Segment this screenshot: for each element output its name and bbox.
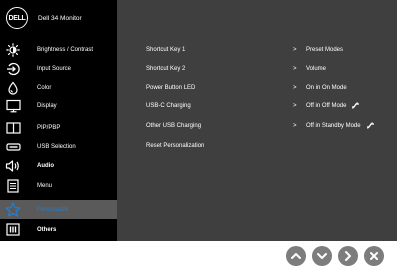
sidebar-item-menu[interactable]: Menu — [0, 176, 117, 195]
sidebar-item-label: USB Selection — [37, 143, 76, 150]
setting-value: Off in Off Mode — [306, 102, 360, 109]
down-button[interactable] — [312, 246, 332, 266]
setting-label: Other USB Charging — [146, 122, 202, 129]
osd-window: DELL Dell 34 Monitor Brightness / Contra… — [0, 0, 397, 241]
chevron-right-icon: > — [293, 65, 297, 72]
setting-label: Shortcut Key 1 — [146, 46, 186, 53]
sidebar-item-label: Brightness / Contrast — [37, 46, 94, 53]
pip-pbp-icon — [4, 118, 22, 137]
chevron-right-icon: > — [293, 122, 297, 129]
sidebar: DELL Dell 34 Monitor Brightness / Contra… — [0, 0, 117, 241]
menu-icon — [4, 176, 22, 195]
input-source-icon — [4, 59, 22, 78]
nav-buttons — [286, 246, 384, 266]
dell-logo: DELL — [6, 7, 28, 29]
chevron-up-icon — [291, 253, 301, 259]
sidebar-item-label: Color — [37, 84, 52, 91]
setting-row-usb-c-charging[interactable]: USB-C Charging > Off in Off Mode — [117, 96, 397, 115]
setting-label: USB-C Charging — [146, 102, 191, 109]
chevron-right-icon: > — [293, 46, 297, 53]
star-icon — [4, 200, 22, 219]
sidebar-item-display[interactable]: Display — [0, 96, 117, 115]
setting-value: Volume — [306, 65, 327, 72]
charging-icon — [352, 102, 360, 109]
sidebar-item-audio[interactable]: Audio — [0, 156, 117, 175]
usb-selection-icon — [4, 137, 22, 156]
sidebar-item-pip-pbp[interactable]: PIP/PBP — [0, 118, 117, 137]
setting-label: Power Button LED — [146, 84, 196, 91]
sidebar-item-brightness-contrast[interactable]: Brightness / Contrast — [0, 40, 117, 59]
sidebar-item-label: Input Source — [37, 65, 72, 72]
setting-row-other-usb-charging[interactable]: Other USB Charging > Off in Standby Mode — [117, 116, 397, 135]
chevron-right-icon — [345, 251, 351, 261]
setting-label: Reset Personalization — [146, 142, 205, 149]
audio-icon — [4, 156, 22, 175]
sidebar-item-label: Personalize — [37, 206, 69, 213]
close-button[interactable] — [364, 246, 384, 266]
right-button[interactable] — [338, 246, 358, 266]
model-title: Dell 34 Monitor — [38, 14, 82, 22]
setting-label: Shortcut Key 2 — [146, 65, 186, 72]
chevron-down-icon — [317, 253, 327, 259]
sidebar-item-color[interactable]: Color — [0, 78, 117, 97]
setting-value: Off in Standby Mode — [306, 122, 375, 129]
close-icon — [370, 252, 378, 260]
up-button[interactable] — [286, 246, 306, 266]
sidebar-item-label: PIP/PBP — [37, 124, 61, 131]
sidebar-item-input-source[interactable]: Input Source — [0, 59, 117, 78]
display-icon — [4, 96, 22, 115]
setting-value: On in On Mode — [306, 84, 347, 91]
header: DELL Dell 34 Monitor — [0, 0, 117, 36]
sidebar-item-others[interactable]: Others — [0, 220, 117, 239]
sidebar-item-usb-selection[interactable]: USB Selection — [0, 137, 117, 156]
sidebar-item-personalize[interactable]: Personalize — [0, 200, 117, 219]
charging-icon — [366, 122, 374, 129]
others-icon — [4, 220, 22, 239]
sidebar-item-label: Audio — [37, 162, 54, 169]
brightness-icon — [4, 40, 22, 59]
color-icon — [4, 78, 22, 97]
setting-row-shortcut-key-1[interactable]: Shortcut Key 1 > Preset Modes — [117, 40, 397, 59]
sidebar-item-label: Others — [37, 226, 57, 233]
sidebar-item-label: Menu — [37, 182, 53, 189]
sidebar-item-label: Display — [37, 102, 57, 109]
chevron-right-icon: > — [293, 102, 297, 109]
setting-row-reset-personalization[interactable]: Reset Personalization — [117, 136, 397, 155]
chevron-right-icon: > — [293, 84, 297, 91]
setting-row-shortcut-key-2[interactable]: Shortcut Key 2 > Volume — [117, 59, 397, 78]
setting-value: Preset Modes — [306, 46, 344, 53]
setting-row-power-button-led[interactable]: Power Button LED > On in On Mode — [117, 78, 397, 97]
